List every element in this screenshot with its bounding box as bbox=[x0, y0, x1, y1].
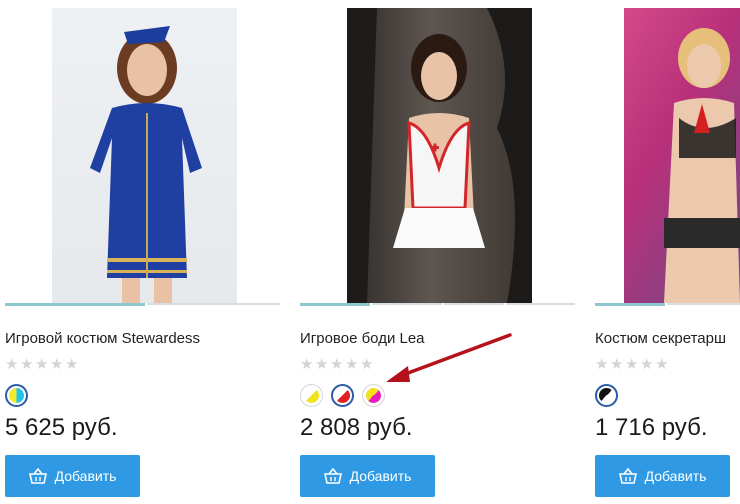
add-to-cart-button[interactable]: Добавить bbox=[5, 455, 140, 497]
rating-stars[interactable]: ★★★★★ bbox=[595, 355, 670, 373]
add-to-cart-button[interactable]: Добавить bbox=[300, 455, 435, 497]
star-icon[interactable]: ★ bbox=[65, 355, 80, 373]
product-title[interactable]: Игровой костюм Stewardess bbox=[5, 330, 200, 347]
add-to-cart-button[interactable]: Добавить bbox=[595, 455, 730, 497]
product-card: Игровой костюм Stewardess ★★★★★ 5 625 ру… bbox=[5, 0, 290, 504]
product-image[interactable] bbox=[52, 8, 237, 303]
product-card: Костюм секретарш ★★★★★ 1 716 руб. Добави… bbox=[595, 0, 740, 504]
basket-icon bbox=[323, 468, 342, 484]
slider-indicator[interactable] bbox=[444, 303, 504, 305]
product-image[interactable] bbox=[624, 8, 740, 303]
rating-stars[interactable]: ★★★★★ bbox=[5, 355, 80, 373]
color-swatch[interactable] bbox=[5, 384, 28, 407]
star-icon[interactable]: ★ bbox=[20, 355, 35, 373]
star-icon[interactable]: ★ bbox=[50, 355, 65, 373]
product-price: 5 625 руб. bbox=[5, 414, 118, 441]
star-icon[interactable]: ★ bbox=[330, 355, 345, 373]
star-icon[interactable]: ★ bbox=[35, 355, 50, 373]
product-title[interactable]: Игровое боди Lea bbox=[300, 330, 425, 347]
slider-indicator[interactable] bbox=[667, 303, 740, 305]
star-icon[interactable]: ★ bbox=[655, 355, 670, 373]
product-price: 2 808 руб. bbox=[300, 414, 413, 441]
slider-indicator[interactable] bbox=[372, 303, 442, 305]
image-slider-indicator bbox=[300, 303, 575, 306]
star-icon[interactable]: ★ bbox=[315, 355, 330, 373]
basket-icon bbox=[618, 468, 637, 484]
color-swatch[interactable] bbox=[300, 384, 323, 407]
add-button-label: Добавить bbox=[349, 468, 412, 484]
color-swatch[interactable] bbox=[595, 384, 618, 407]
star-icon[interactable]: ★ bbox=[625, 355, 640, 373]
color-swatch[interactable] bbox=[362, 384, 385, 407]
product-card: Игровое боди Lea ★★★★★ 2 808 руб. Добави… bbox=[300, 0, 585, 504]
slider-indicator-active[interactable] bbox=[5, 303, 145, 306]
product-price: 1 716 руб. bbox=[595, 414, 708, 441]
basket-icon bbox=[28, 468, 47, 484]
image-slider-indicator bbox=[5, 303, 280, 306]
add-button-label: Добавить bbox=[54, 468, 117, 484]
star-icon[interactable]: ★ bbox=[5, 355, 20, 373]
star-icon[interactable]: ★ bbox=[360, 355, 375, 373]
star-icon[interactable]: ★ bbox=[345, 355, 360, 373]
slider-indicator-active[interactable] bbox=[300, 303, 370, 306]
slider-indicator[interactable] bbox=[147, 303, 280, 305]
product-title[interactable]: Костюм секретарш bbox=[595, 330, 726, 347]
add-button-label: Добавить bbox=[644, 468, 707, 484]
slider-indicator-active[interactable] bbox=[595, 303, 665, 306]
product-image[interactable] bbox=[347, 8, 532, 303]
star-icon[interactable]: ★ bbox=[300, 355, 315, 373]
star-icon[interactable]: ★ bbox=[610, 355, 625, 373]
rating-stars[interactable]: ★★★★★ bbox=[300, 355, 375, 373]
slider-indicator[interactable] bbox=[506, 303, 575, 305]
color-swatch[interactable] bbox=[331, 384, 354, 407]
star-icon[interactable]: ★ bbox=[595, 355, 610, 373]
image-slider-indicator bbox=[595, 303, 740, 306]
star-icon[interactable]: ★ bbox=[640, 355, 655, 373]
